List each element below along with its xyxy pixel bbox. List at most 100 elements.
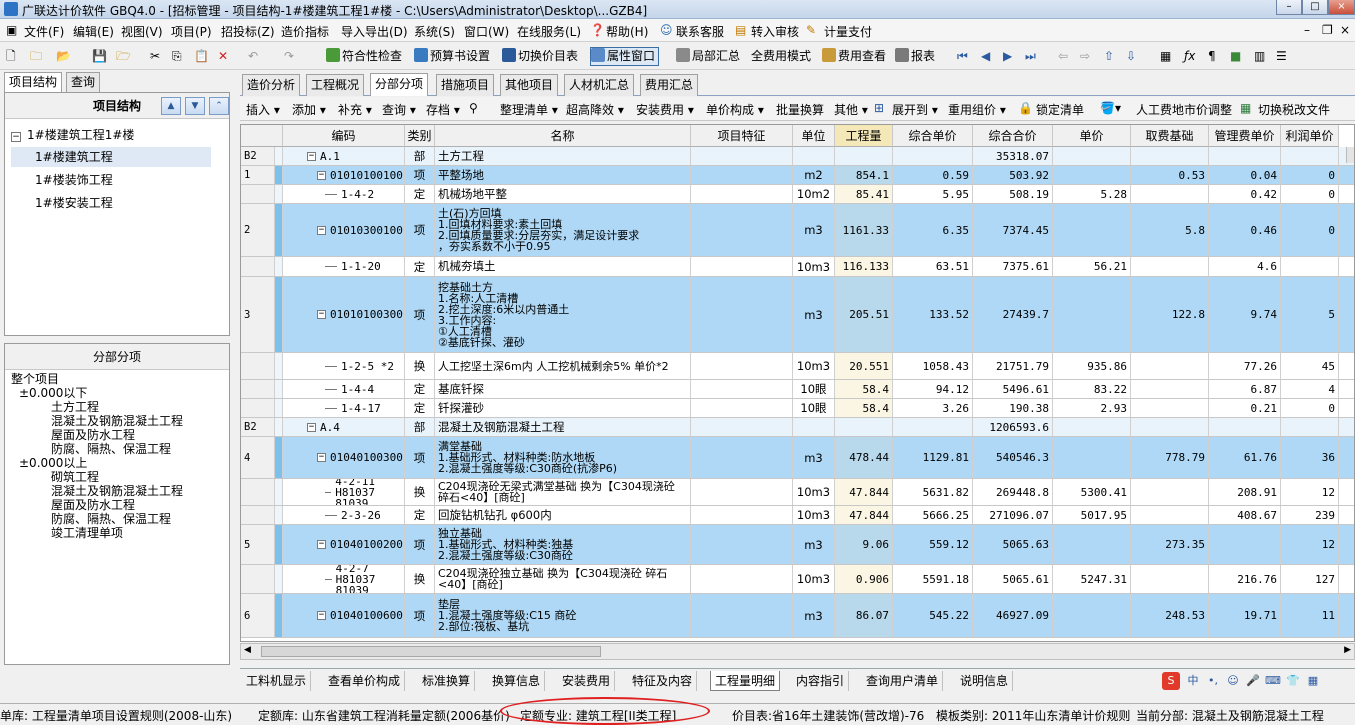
header-fee-base[interactable]: 取费基础 [1131,125,1209,147]
cell-profit[interactable]: 4 [1281,380,1339,398]
cell-fee-base[interactable] [1131,565,1209,593]
compliance-check-button[interactable]: 符合性检查 [326,48,402,65]
reuse-price-button[interactable]: 重用组价 ▾ [948,101,1006,118]
cell-total-price[interactable]: 503.92 [973,166,1053,184]
section-whole-project[interactable]: 整个项目 [11,372,59,386]
cell-unit-price[interactable]: 94.12 [893,380,973,398]
open-icon[interactable]: 📂 [56,48,71,65]
tab-quantity-details[interactable]: 工程量明细 [710,671,781,691]
cell-unit[interactable]: m3 [793,437,835,478]
tab-sections[interactable]: 分部分项 [370,73,429,96]
cell-quantity[interactable] [835,418,893,436]
table-row[interactable]: 4−010401003001 项满堂基础 1.基础形式、材料种类:防水地板 2.混… [241,437,1354,479]
collapse-toggle-icon[interactable]: − [317,310,326,319]
cell-code[interactable]: 1-2-5 *2 [283,353,405,379]
cell-name[interactable]: 满堂基础 1.基础形式、材料种类:防水地板 2.混凝土强度等级:C30商砼(抗渗… [435,437,691,478]
full-cost-mode-button[interactable]: 全费用模式 [751,48,811,65]
cell-price[interactable] [1053,277,1131,352]
cell-total-price[interactable]: 269448.8 [973,479,1053,505]
cell-name[interactable]: C204现浇砼独立基础 换为【C304现浇砼 碎石<40】[商砼] [435,565,691,593]
collapse-toggle-icon[interactable]: − [307,422,316,432]
prev-icon[interactable]: ◀ [981,48,990,65]
arrow-down-icon[interactable]: ⇩ [1126,48,1136,65]
cell-code[interactable]: −010101001001 [283,166,405,184]
cell-quantity[interactable]: 47.844 [835,479,893,505]
table-row[interactable]: 3−010101003001 项挖基础土方 1.名称:人工清槽 2.挖土深度:6米… [241,277,1354,353]
cell-profit[interactable]: 12 [1281,525,1339,564]
cell-feature[interactable] [691,525,793,564]
cell-unit-price[interactable]: 545.22 [893,594,973,637]
cell-unit-price[interactable]: 559.12 [893,525,973,564]
cell-name[interactable]: 钎探灌砂 [435,399,691,417]
cell-mgmt-fee[interactable]: 61.76 [1209,437,1281,478]
cell-feature[interactable] [691,594,793,637]
last-icon[interactable]: ⏭ [1025,48,1036,65]
arrow-up-icon[interactable]: ⇧ [1104,48,1114,65]
cell-total-price[interactable]: 5065.63 [973,525,1053,564]
cell-profit[interactable]: 5 [1281,277,1339,352]
section-insulation-1[interactable]: 防腐、隔热、保温工程 [51,442,171,456]
cell-name[interactable]: 基底钎探 [435,380,691,398]
insert-button[interactable]: 插入 ▾ [246,101,280,118]
sogou-logo-icon[interactable]: S [1162,672,1180,690]
section-insulation-2[interactable]: 防腐、隔热、保温工程 [51,512,171,526]
cell-profit[interactable]: 0 [1281,204,1339,256]
cell-type[interactable]: 定 [405,185,435,203]
menu-view[interactable]: 视图(V) [121,23,163,40]
cell-type[interactable]: 定 [405,257,435,276]
row-number[interactable]: 1 [241,166,275,184]
ime-tools-icon[interactable]: ▦ [1304,672,1322,690]
row-number[interactable] [241,353,275,379]
cell-unit-price[interactable] [893,147,973,165]
cell-name[interactable]: 人工挖坚土深6m内 人工挖机械剩余5% 单价*2 [435,353,691,379]
cell-quantity[interactable]: 205.51 [835,277,893,352]
cell-total-price[interactable]: 5065.61 [973,565,1053,593]
cell-mgmt-fee[interactable]: 0.04 [1209,166,1281,184]
cell-unit[interactable]: 10m3 [793,565,835,593]
cell-name[interactable]: 垫层 1.混凝土强度等级:C15 商砼 2.部位:筏板、基坑 [435,594,691,637]
cell-type[interactable]: 项 [405,594,435,637]
header-code[interactable]: 编码 [283,125,405,147]
tab-features-content[interactable]: 特征及内容 [628,671,698,691]
scrollbar-thumb[interactable] [261,646,601,657]
cell-fee-base[interactable] [1131,479,1209,505]
table-row[interactable]: 1 −010101001001 项平整场地 m2 854.1 0.59 503.92 0.53… [241,166,1354,185]
cell-profit[interactable] [1281,147,1339,165]
supplement-button[interactable]: 补充 ▾ [338,101,372,118]
labor-price-adjust-button[interactable]: 人工费地市价调整 [1136,101,1232,118]
redo-icon[interactable]: ↷ [284,48,294,65]
cell-name[interactable]: C204现浇砼无梁式满堂基础 换为【C304现浇砼 碎石<40】[商砼] [435,479,691,505]
cell-fee-base[interactable] [1131,418,1209,436]
cell-unit-price[interactable]: 0.59 [893,166,973,184]
cell-mgmt-fee[interactable] [1209,418,1281,436]
cell-type[interactable]: 定 [405,399,435,417]
copy-icon[interactable]: ⎘ [172,48,182,65]
budget-settings-button[interactable]: 预算书设置 [414,48,490,65]
cell-name[interactable]: 回旋钻机钻孔 φ600内 [435,506,691,524]
cell-unit-price[interactable]: 5631.82 [893,479,973,505]
table-row[interactable]: 1-4-2 定机械场地平整 10m2 85.41 5.95 508.19 5.28 0.42 0 [241,185,1354,204]
section-cleanup[interactable]: 竣工清理单项 [51,526,123,540]
row-number[interactable]: 3 [241,277,275,352]
row-number[interactable]: B2 [241,418,275,436]
move-up-button[interactable]: ▲ [161,97,181,115]
cell-mgmt-fee[interactable]: 0.46 [1209,204,1281,256]
cell-unit[interactable]: 10m3 [793,257,835,276]
row-number[interactable] [241,399,275,417]
row-number[interactable] [241,506,275,524]
menu-transfer-audit[interactable]: 转入审核 [751,23,799,40]
paint-bucket-icon[interactable]: 🪣▾ [1100,101,1121,115]
close-button[interactable]: × [1328,0,1355,15]
menu-measure-pay[interactable]: 计量支付 [824,23,872,40]
section-masonry[interactable]: 砌筑工程 [51,470,99,484]
cell-type[interactable]: 部 [405,147,435,165]
calculator-icon[interactable]: ▦ [1160,48,1171,65]
cell-code[interactable]: 2-3-26 [283,506,405,524]
table-row[interactable]: B2− A.4 部混凝土及钢筋混凝土工程 1206593.6 [241,418,1354,437]
menu-cost-index[interactable]: 造价指标 [281,23,329,40]
cell-fee-base[interactable] [1131,399,1209,417]
section-roof-2[interactable]: 屋面及防水工程 [51,498,135,512]
cell-unit-price[interactable]: 5666.25 [893,506,973,524]
cell-unit[interactable]: m3 [793,204,835,256]
cell-price[interactable] [1053,204,1131,256]
